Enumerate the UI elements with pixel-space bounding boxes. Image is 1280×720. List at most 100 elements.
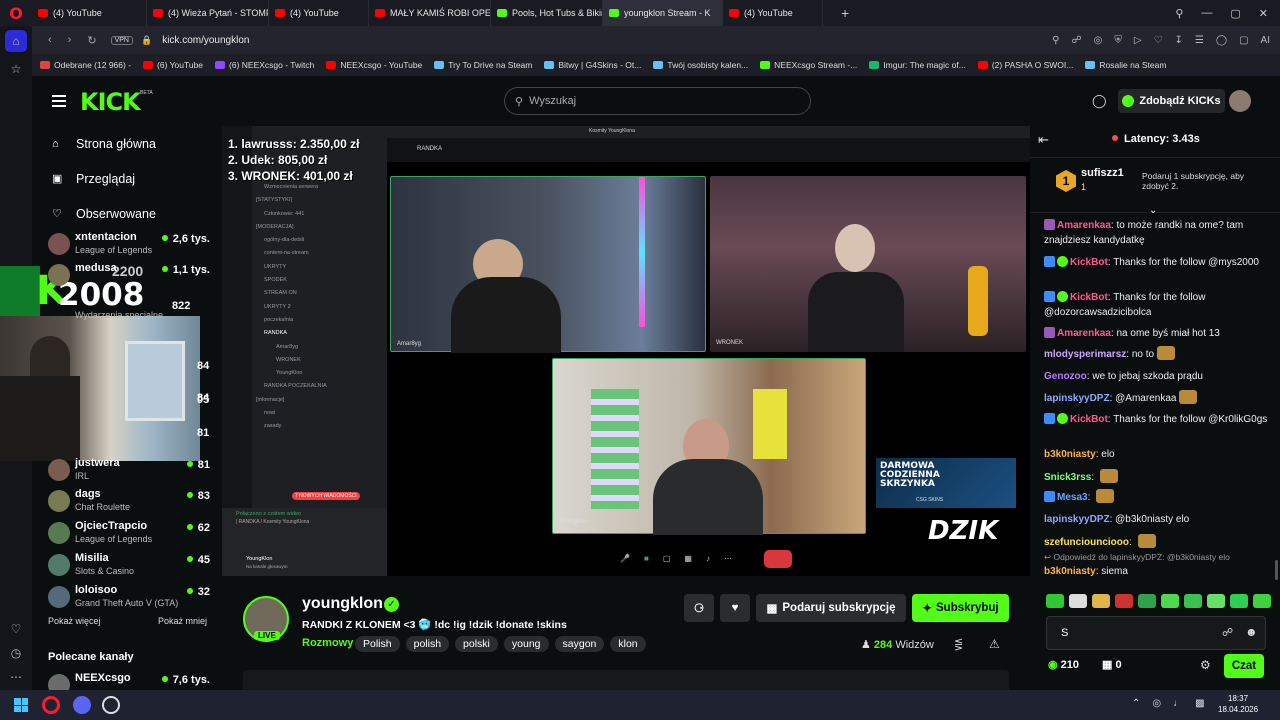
camera-toggle-icon[interactable]: ■: [644, 554, 649, 563]
profile-icon[interactable]: ◯: [1216, 35, 1227, 46]
windows-start-icon[interactable]: [14, 698, 28, 712]
tag-pill[interactable]: young: [503, 636, 549, 652]
chat-settings-icon[interactable]: ⚙: [1200, 658, 1211, 672]
get-kicks-button[interactable]: Zdobądź KICKs: [1118, 89, 1225, 113]
browser-tab[interactable]: (4) Wieża Pytań - STOMP: [147, 0, 269, 26]
nav-item[interactable]: ▣ Przeglądaj: [32, 161, 222, 196]
back-icon[interactable]: ‹: [48, 34, 52, 46]
home-icon[interactable]: ⌂: [5, 30, 27, 52]
browser-tab[interactable]: youngklon Stream - K: [603, 0, 723, 26]
kick-logo[interactable]: KICK: [80, 88, 141, 116]
tag-pill[interactable]: Polish: [355, 636, 400, 652]
chat-username[interactable]: szefunciounciooo: [1044, 537, 1129, 548]
clock[interactable]: 18:37 18.04.2026: [1218, 693, 1258, 715]
minimize-icon[interactable]: —: [1201, 7, 1212, 20]
bookmark-item[interactable]: NEEXcsgo - YouTube: [326, 60, 422, 70]
soundboard-icon[interactable]: ♪: [706, 554, 710, 563]
bookmark-item[interactable]: NEEXcsgo Stream -...: [760, 60, 857, 70]
chat-username[interactable]: Amarenkaa: [1057, 220, 1111, 231]
hamburger-menu-icon[interactable]: [52, 95, 66, 107]
extensions-icon[interactable]: ▢: [1239, 35, 1248, 46]
bookmark-item[interactable]: Odebrane (12 966) -: [40, 60, 131, 70]
nav-item[interactable]: ⌂ Strona główna: [32, 126, 222, 161]
chat-username[interactable]: mlodysperimarsz: [1044, 349, 1126, 360]
shield-icon[interactable]: ⛨: [1114, 35, 1122, 46]
play-icon[interactable]: ▷: [1134, 35, 1142, 46]
emote-icon[interactable]: [1138, 594, 1156, 608]
browser-tab[interactable]: MAŁY KAMIŚ ROBI OPEN: [369, 0, 491, 26]
subscribe-button[interactable]: ✦ Subskrybuj: [912, 594, 1009, 622]
bookmark-item[interactable]: (2) PASHA O SWOI...: [977, 60, 1073, 70]
video-player[interactable]: Wzmocnienia serwera [STATYSTYKI] Członkowi…: [222, 126, 1030, 576]
report-icon[interactable]: ⚠: [989, 637, 1000, 651]
bookmark-item[interactable]: Twój osobisty kalen...: [653, 60, 748, 70]
show-less-link[interactable]: Pokaż mniej: [158, 616, 207, 626]
pin-toggle-icon[interactable]: ⌄: [1149, 205, 1157, 216]
followed-channel[interactable]: medusa 1,1 tys.: [48, 261, 218, 291]
chat-username[interactable]: b3k0niasty: [1044, 566, 1096, 577]
nav-item[interactable]: ♡ Obserwowane: [32, 196, 222, 231]
chat-username[interactable]: Amarenkaa: [1057, 328, 1111, 339]
emote-icon[interactable]: [1207, 594, 1225, 608]
followed-channel[interactable]: Misilia Slots & Casino 45: [48, 551, 218, 581]
camera-icon[interactable]: ◎: [1094, 35, 1103, 46]
browser-tab[interactable]: (4) YouTube: [32, 0, 147, 26]
channel-points[interactable]: ◉ 210: [1048, 658, 1079, 671]
vpn-badge[interactable]: VPN: [110, 35, 133, 45]
category-link[interactable]: Rozmowy: [302, 637, 353, 649]
lens-icon[interactable]: ⚲: [1052, 35, 1059, 46]
emote-icon[interactable]: [1230, 594, 1248, 608]
reply-hint[interactable]: ↩ Odpowiedź do lapinskyyDPZ: @b3k0niasty…: [1044, 551, 1270, 564]
reload-icon[interactable]: ↻: [87, 34, 96, 47]
gift-subscription-button[interactable]: ▩ Podaruj subskrypcję: [756, 594, 906, 622]
share-icon[interactable]: ⋚: [954, 638, 963, 651]
gift-prompt[interactable]: Podaruj 1 subskrypcję, aby zdobyć 2.: [1142, 171, 1272, 191]
translate-icon[interactable]: ☍: [1071, 35, 1081, 46]
chat-username[interactable]: KickBot: [1070, 292, 1108, 303]
tag-pill[interactable]: polski: [455, 636, 498, 652]
opera-taskbar-icon[interactable]: [42, 696, 60, 714]
browser-tab[interactable]: (4) YouTube: [723, 0, 823, 26]
followed-channel[interactable]: justwera IRL 81: [48, 456, 218, 486]
emote-icon[interactable]: [1092, 594, 1110, 608]
speaker-icon[interactable]: ♩: [1173, 698, 1183, 709]
maximize-icon[interactable]: ▢: [1230, 7, 1240, 20]
emoji-picker-icon[interactable]: ☻: [1245, 625, 1258, 639]
chat-input[interactable]: S ☍ ☻: [1046, 616, 1266, 650]
discord-taskbar-icon[interactable]: [73, 696, 91, 714]
chat-username[interactable]: Mesa3: [1057, 492, 1088, 503]
chat-username[interactable]: lapinskyyDPZ: [1044, 514, 1110, 525]
tag-pill[interactable]: saygon: [554, 636, 605, 652]
chat-username[interactable]: lapinskyyDPZ: [1044, 393, 1110, 404]
chat-username[interactable]: KickBot: [1070, 257, 1108, 268]
ai-button[interactable]: AI: [1261, 35, 1270, 46]
hangup-button[interactable]: [764, 550, 792, 568]
bookmark-item[interactable]: Imgur: The magic of...: [869, 60, 966, 70]
obs-taskbar-icon[interactable]: [102, 696, 120, 714]
send-chat-button[interactable]: Czat: [1224, 654, 1264, 678]
close-icon[interactable]: ✕: [1259, 7, 1268, 20]
chat-username[interactable]: KickBot: [1070, 414, 1108, 425]
mic-icon[interactable]: ◎: [1152, 698, 1161, 709]
emote-icon[interactable]: [1253, 594, 1271, 608]
chat-username[interactable]: Snick3rss: [1044, 472, 1091, 483]
channel-name[interactable]: youngklon: [302, 595, 383, 613]
settings-icon[interactable]: ♡: [0, 616, 32, 642]
network-icon[interactable]: ▩: [1195, 698, 1204, 709]
activity-icon[interactable]: ▦: [684, 554, 692, 563]
store-button[interactable]: ▦ 0: [1102, 658, 1122, 671]
more-options-icon[interactable]: ⋯: [724, 554, 732, 563]
heart-icon[interactable]: ♡: [1154, 35, 1163, 46]
bookmark-item[interactable]: Try To Drive na Steam: [434, 60, 532, 70]
download-icon[interactable]: ↧: [1175, 35, 1183, 46]
page-scrollbar[interactable]: [1275, 560, 1278, 580]
followed-channel[interactable]: xntentacion League of Legends 2,6 tys.: [48, 230, 218, 260]
bookmark-item[interactable]: (6) NEEXcsgo - Twitch: [215, 60, 314, 70]
notification-bell-button[interactable]: ⚆: [684, 594, 714, 622]
gifter-name[interactable]: sufiszz1: [1081, 167, 1124, 179]
show-more-link[interactable]: Pokaż więcej: [48, 616, 101, 626]
search-input[interactable]: ⚲ Wyszukaj: [504, 87, 811, 115]
more-icon[interactable]: ⋯: [0, 664, 32, 690]
followed-channel[interactable]: OjciecTrapcio League of Legends 62: [48, 519, 218, 549]
url-field[interactable]: kick.com/youngklon: [162, 35, 249, 46]
